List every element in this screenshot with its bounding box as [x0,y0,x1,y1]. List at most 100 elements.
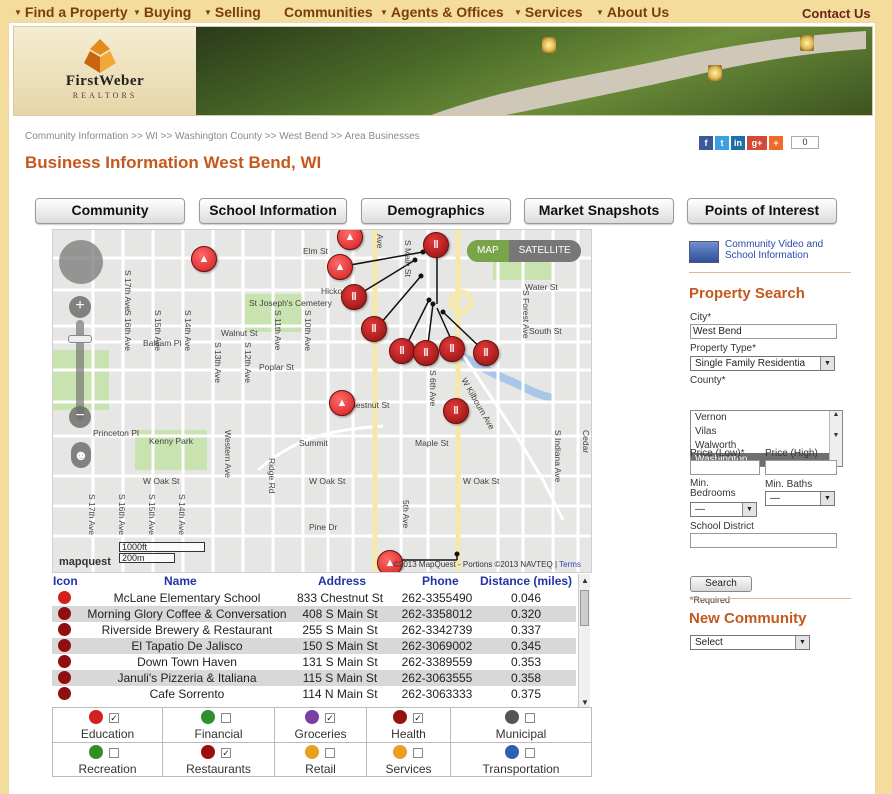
category-education[interactable]: ✓ Education [53,708,163,743]
min-bedrooms-select[interactable]: — ▼ [690,502,757,517]
restaurant-marker[interactable]: ǁ [443,398,469,424]
nav-communities[interactable]: Communities [284,4,373,20]
category-financial[interactable]: Financial [163,708,275,743]
zoom-slider-handle[interactable] [68,335,92,343]
tab-market-snapshots[interactable]: Market Snapshots [524,198,674,224]
twitter-icon[interactable]: t [715,136,729,150]
recreation-checkbox[interactable] [109,748,119,758]
col-header-name[interactable]: Name [164,574,197,588]
col-header-distance[interactable]: Distance (miles) [480,574,572,588]
education-marker[interactable]: ▲ [191,246,217,272]
county-scrollbar[interactable]: ▲ ▼ [829,411,842,466]
table-row[interactable]: McLane Elementary School 833 Chestnut St… [52,590,576,606]
restaurant-icon [58,655,71,668]
table-row[interactable]: El Tapatio De Jalisco 150 S Main St 262-… [52,638,576,654]
county-option[interactable]: Vernon [691,411,842,425]
scale-ft: 1000ft [119,542,205,552]
price-high-input[interactable] [765,460,837,475]
health-checkbox[interactable]: ✓ [413,713,423,723]
scrollbar-thumb[interactable] [580,590,589,626]
category-groceries[interactable]: ✓ Groceries [275,708,367,743]
category-transportation[interactable]: Transportation [451,742,591,777]
scroll-down-icon[interactable]: ▼ [581,698,589,707]
nav-buying[interactable]: ▼ Buying [133,4,191,20]
restaurant-icon [58,671,71,684]
community-video-link[interactable]: Community Video and School Information [689,239,849,265]
tab-points-of-interest[interactable]: Points of Interest [687,198,837,224]
chevron-down-icon: ▼ [596,8,604,17]
city-input[interactable] [690,324,837,339]
facebook-icon[interactable]: f [699,136,713,150]
school-district-input[interactable] [690,533,837,548]
groceries-checkbox[interactable]: ✓ [325,713,335,723]
col-header-address[interactable]: Address [318,574,366,588]
terms-link[interactable]: Terms [559,560,581,569]
pan-control[interactable] [59,240,103,284]
addthis-icon[interactable]: + [769,136,783,150]
restaurant-marker[interactable]: ǁ [439,336,465,362]
breadcrumb[interactable]: Community Information >> WI >> Washingto… [25,131,420,142]
new-community-select[interactable]: Select ▼ [690,635,810,650]
lamp-image [708,65,722,81]
restaurant-marker[interactable]: ǁ [341,284,367,310]
financial-checkbox[interactable] [221,713,231,723]
linkedin-icon[interactable]: in [731,136,745,150]
map-street-label: S 17th Ave [123,270,133,311]
transportation-checkbox[interactable] [525,748,535,758]
col-header-phone[interactable]: Phone [422,574,459,588]
restaurant-marker[interactable]: ǁ [423,232,449,258]
tab-demographics[interactable]: Demographics [361,198,511,224]
google-plus-icon[interactable]: g+ [747,136,767,150]
mapquest-logo: mapquest [59,556,111,568]
zoom-in-button[interactable]: + [69,296,91,318]
scroll-up-icon[interactable]: ▲ [581,576,589,585]
nav-find-a-property[interactable]: ▼ Find a Property [14,4,128,20]
nav-agents-offices[interactable]: ▼ Agents & Offices [380,4,504,20]
price-low-input[interactable] [690,460,760,475]
category-services[interactable]: Services [367,742,451,777]
education-checkbox[interactable]: ✓ [109,713,119,723]
search-button[interactable]: Search [690,576,752,592]
transportation-icon [505,745,519,759]
zoom-out-button[interactable]: − [69,406,91,428]
street-view-pegman-icon[interactable]: ☻ [71,442,91,468]
nav-services[interactable]: ▼ Services [514,4,583,20]
table-row[interactable]: Cafe Sorrento 114 N Main St 262-3063333 … [52,686,576,702]
results-scrollbar[interactable]: ▲ ▼ [578,574,590,710]
map-attribution: ©2013 MapQuest - Portions ©2013 NAVTEQ |… [393,560,581,569]
map-street-label: Western Ave [223,430,233,478]
nav-about-us[interactable]: ▼ About Us [596,4,669,20]
table-row[interactable]: Down Town Haven 131 S Main St 262-338955… [52,654,576,670]
nav-selling[interactable]: ▼ Selling [204,4,261,20]
municipal-checkbox[interactable] [525,713,535,723]
restaurant-marker[interactable]: ǁ [389,338,415,364]
property-type-select[interactable]: Single Family Residentia ▼ [690,356,835,371]
min-baths-select[interactable]: — ▼ [765,491,835,506]
education-marker[interactable]: ▲ [327,254,353,280]
county-option[interactable]: Vilas [691,425,842,439]
table-row[interactable]: Januli's Pizzeria & Italiana 115 S Main … [52,670,576,686]
category-retail[interactable]: Retail [275,742,367,777]
restaurant-marker[interactable]: ǁ [361,316,387,342]
table-row[interactable]: Morning Glory Coffee & Conversation 408 … [52,606,576,622]
map-mode-button[interactable]: MAP [467,240,509,262]
divider [689,272,851,273]
restaurant-marker[interactable]: ǁ [473,340,499,366]
education-marker[interactable]: ▲ [329,390,355,416]
table-row[interactable]: Riverside Brewery & Restaurant 255 S Mai… [52,622,576,638]
brand-logo[interactable]: FirstWeber REALTORS [14,27,196,115]
restaurants-checkbox[interactable]: ✓ [221,748,231,758]
tab-school-information[interactable]: School Information [199,198,347,224]
municipal-icon [505,710,519,724]
retail-checkbox[interactable] [325,748,335,758]
category-municipal[interactable]: Municipal [451,708,591,743]
category-recreation[interactable]: Recreation [53,742,163,777]
nav-contact-us[interactable]: Contact Us [802,6,871,21]
business-map[interactable]: Elm St Hickory St Joseph's Cemetery Waln… [52,229,592,573]
tab-community[interactable]: Community [35,198,185,224]
services-checkbox[interactable] [413,748,423,758]
category-health[interactable]: ✓ Health [367,708,451,743]
restaurant-marker[interactable]: ǁ [413,340,439,366]
satellite-mode-button[interactable]: SATELLITE [509,240,581,262]
category-restaurants[interactable]: ✓ Restaurants [163,742,275,777]
